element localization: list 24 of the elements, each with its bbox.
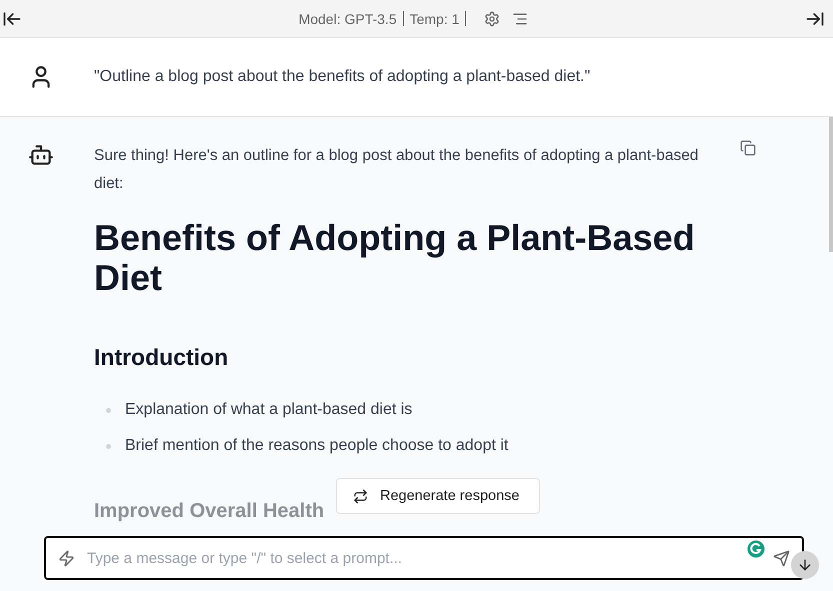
copy-icon[interactable] [740,140,756,156]
message-input[interactable]: Type a message or type "/" to select a prompt... [44,536,804,580]
model-label: Model: GPT-3.5 [298,10,397,26]
bullet-dot [106,444,111,448]
assistant-intro: Sure thing! Here's an outline for a blog post about the benefits of adopting a plant-based diet: [94,146,700,194]
scrollbar[interactable] [829,117,833,252]
temperature-label: Temp: 1 [410,10,460,26]
section-heading: Improved Overall Health [94,499,324,524]
lines-icon[interactable] [512,10,528,26]
bullet-dot [106,408,111,412]
down-arrow-icon [797,557,813,573]
scroll-down-button[interactable] [791,551,819,579]
grammar-assistant-icon[interactable] [746,539,766,559]
send-icon[interactable] [773,550,790,566]
settings-icon[interactable] [484,10,500,26]
bullet-text: Explanation of what a plant-based diet is [125,401,412,419]
section-heading: Introduction [94,344,228,370]
bullet-text: Brief mention of the reasons people choose to adopt it [125,437,508,455]
repeat-icon [353,488,368,504]
lightning-icon[interactable] [58,550,75,566]
regenerate-button[interactable]: Regenerate response [336,478,540,514]
message-text-field[interactable]: Type a message or type "/" to select a prompt... [85,548,729,568]
user-message: "Outline a blog post about the benefits of adopting a plant-based diet." [94,68,590,86]
outline-title: Benefits of Adopting a Plant-Based Diet [94,218,696,298]
